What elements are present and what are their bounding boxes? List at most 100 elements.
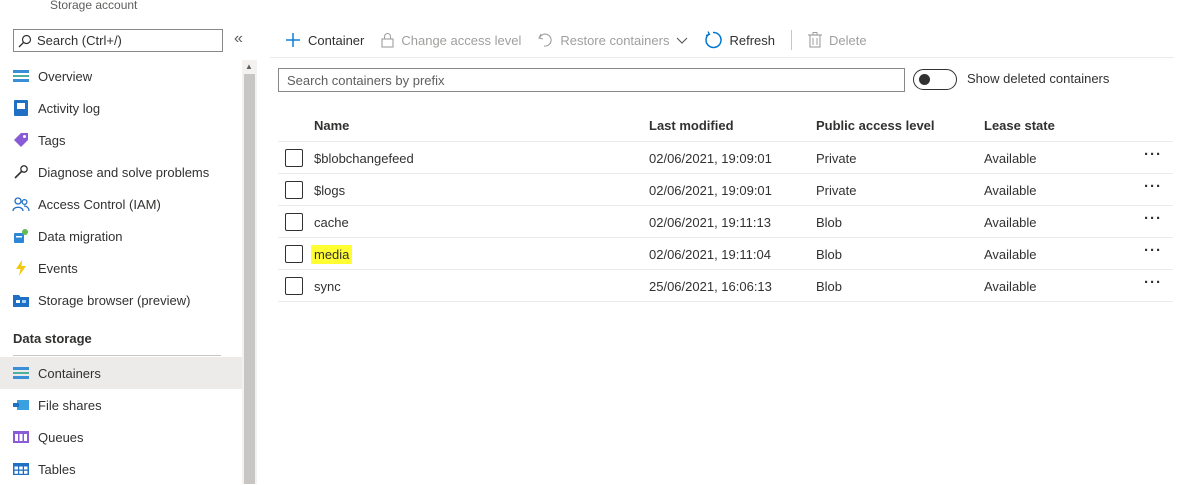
last-modified-cell: 02/06/2021, 19:09:01 [649,151,772,166]
lease-state-cell: Available [984,215,1037,230]
sidebar-item-label: Access Control (IAM) [38,196,161,212]
undo-icon [538,33,552,47]
table-row[interactable]: media 02/06/2021, 19:11:04 Blob Availabl… [278,238,1173,270]
storage-browser-icon [12,291,30,309]
sidebar-item-data-migration[interactable]: Data migration [0,220,242,252]
container-search-placeholder: Search containers by prefix [287,72,445,88]
collapse-sidebar-button[interactable]: « [234,29,243,49]
sidebar-item-tables[interactable]: Tables [0,453,242,485]
containers-grid: Name Last modified Public access level L… [278,110,1173,302]
container-name[interactable]: $logs [314,183,345,198]
sidebar-item-label: Storage browser (preview) [38,292,191,308]
data-migration-icon [12,227,30,245]
row-checkbox[interactable] [285,213,303,231]
sidebar-item-label: File shares [38,397,102,413]
row-checkbox[interactable] [285,181,303,199]
sidebar-item-activity-log[interactable]: Activity log [0,92,242,124]
container-name[interactable]: $blobchangefeed [314,151,414,166]
more-options-icon[interactable]: ··· [1144,146,1162,164]
table-row[interactable]: $logs 02/06/2021, 19:09:01 Private Avail… [278,174,1173,206]
sidebar-item-queues[interactable]: Queues [0,421,242,453]
sidebar-item-label: Data migration [38,228,123,244]
last-modified-cell: 02/06/2021, 19:11:13 [649,215,771,230]
change-access-level-label: Change access level [401,32,522,48]
lease-state-cell: Available [984,151,1037,166]
lease-state-cell: Available [984,247,1037,262]
wrench-icon [12,163,30,181]
show-deleted-toggle[interactable] [913,69,957,90]
container-name[interactable]: cache [314,215,349,230]
column-header-last-modified[interactable]: Last modified [649,118,734,133]
last-modified-cell: 25/06/2021, 16:06:13 [649,279,772,294]
overview-icon [12,67,30,85]
column-header-lease-state[interactable]: Lease state [984,118,1055,133]
sidebar-scrollbar[interactable]: ▲ [242,60,257,484]
tables-icon [12,460,30,478]
tag-icon [12,131,30,149]
sidebar-item-containers[interactable]: Containers [0,357,242,389]
sidebar-item-file-shares[interactable]: File shares [0,389,242,421]
sidebar-item-label: Events [38,260,78,276]
change-access-level-button[interactable]: Change access level [381,28,521,52]
access-level-cell: Blob [816,215,843,230]
more-options-icon[interactable]: ··· [1144,242,1162,260]
lease-state-cell: Available [984,183,1037,198]
access-level-cell: Blob [816,247,843,262]
last-modified-cell: 02/06/2021, 19:09:01 [649,183,772,198]
sidebar-item-label: Activity log [38,100,101,116]
sidebar-item-label: Tags [38,132,66,148]
trash-icon [808,32,822,48]
refresh-icon [705,31,723,49]
sidebar-item-label: Overview [38,68,93,84]
sidebar-search-input[interactable]: Search (Ctrl+/) [13,29,223,52]
sidebar-search-placeholder: Search (Ctrl+/) [37,33,122,48]
sidebar-item-label: Tables [38,461,76,477]
column-header-name[interactable]: Name [314,118,349,133]
show-deleted-label: Show deleted containers [967,71,1110,86]
sidebar-item-overview[interactable]: Overview [0,60,242,92]
sidebar-scrollbar-thumb[interactable] [244,74,255,484]
sidebar-item-diagnose[interactable]: Diagnose and solve problems [0,156,242,188]
restore-containers-button[interactable]: Restore containers [537,28,688,52]
delete-button[interactable]: Delete [808,28,867,52]
lightning-icon [12,259,30,277]
file-shares-icon [12,396,30,414]
restore-containers-label: Restore containers [560,32,670,48]
more-options-icon[interactable]: ··· [1144,178,1162,196]
table-row[interactable]: sync 25/06/2021, 16:06:13 Blob Available… [278,270,1173,302]
toolbar-divider [270,57,1174,58]
table-row[interactable]: cache 02/06/2021, 19:11:13 Blob Availabl… [278,206,1173,238]
add-container-label: Container [308,32,365,48]
access-level-cell: Private [816,151,857,166]
more-options-icon[interactable]: ··· [1144,274,1162,292]
sidebar-item-tags[interactable]: Tags [0,124,242,156]
row-checkbox[interactable] [285,149,303,167]
refresh-button[interactable]: Refresh [704,28,775,52]
queues-icon [12,428,30,446]
more-options-icon[interactable]: ··· [1144,210,1162,228]
lease-state-cell: Available [984,279,1037,294]
page-subtitle: Storage account [50,0,138,12]
row-checkbox[interactable] [285,245,303,263]
command-bar: Container Change access level Restore co… [285,28,867,52]
container-name-highlighted[interactable]: media [311,245,353,264]
sidebar-item-events[interactable]: Events [0,252,242,284]
column-header-access-level[interactable]: Public access level [816,118,935,133]
access-level-cell: Private [816,183,857,198]
lock-icon [381,33,394,48]
activity-log-icon [12,99,30,117]
sidebar-section-divider [13,355,221,356]
toolbar-separator [791,30,792,50]
sidebar-item-label: Containers [38,365,101,381]
row-checkbox[interactable] [285,277,303,295]
sidebar-item-iam[interactable]: Access Control (IAM) [0,188,242,220]
refresh-label: Refresh [729,32,775,48]
sidebar-item-label: Queues [38,429,84,445]
scroll-up-arrow-icon[interactable]: ▲ [245,62,253,72]
table-row[interactable]: $blobchangefeed 02/06/2021, 19:09:01 Pri… [278,142,1173,174]
container-search-input[interactable]: Search containers by prefix [278,68,905,92]
container-name[interactable]: sync [314,279,341,294]
sidebar-item-storage-browser[interactable]: Storage browser (preview) [0,284,242,316]
add-container-button[interactable]: Container [285,28,364,52]
grid-header: Name Last modified Public access level L… [278,110,1173,142]
